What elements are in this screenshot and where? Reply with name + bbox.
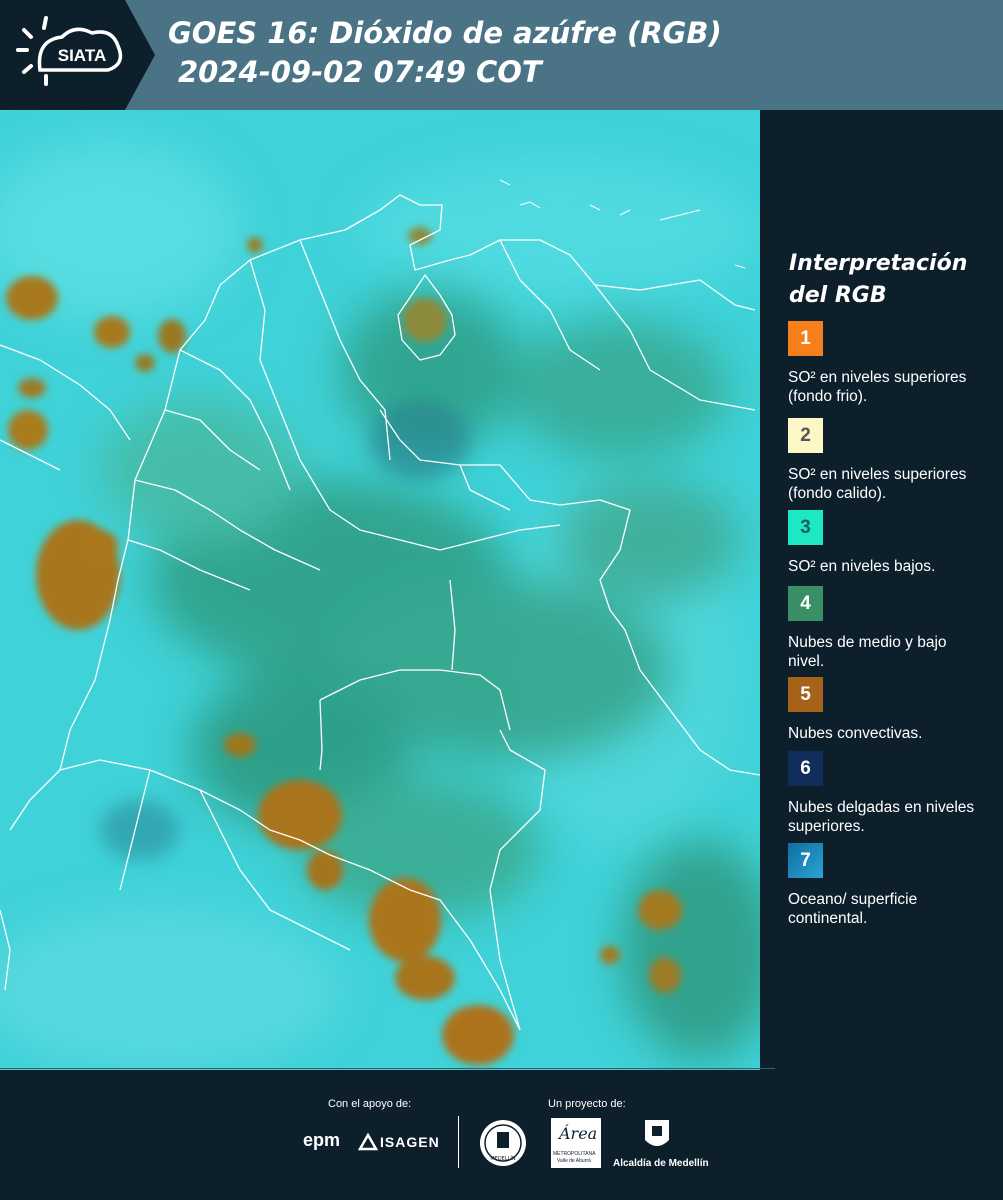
legend-swatch-6: 6 <box>788 751 823 786</box>
support-label: Con el apoyo de: <box>328 1098 412 1110</box>
footer: Con el apoyo de: Un proyecto de: epm ISA… <box>0 1068 1003 1200</box>
legend-swatch-5: 5 <box>788 677 823 712</box>
page-timestamp: 2024-09-02 07:49 COT <box>178 55 542 89</box>
svg-text:MEDELLÍN: MEDELLÍN <box>490 1155 516 1162</box>
header-bar: SIATA GOES 16: Dióxido de azúfre (RGB) 2… <box>0 0 1003 110</box>
footer-divider <box>0 1068 775 1069</box>
area-logo-subtitle: METROPOLITANA <box>553 1151 596 1157</box>
area-logo-text: Área <box>559 1124 598 1143</box>
legend-item-7: 7 Oceano/ superficie continental. <box>788 843 978 928</box>
siata-logo-text: SIATA <box>58 46 106 65</box>
medellin-seal-icon: MEDELLÍN <box>480 1120 526 1166</box>
satellite-image <box>0 110 760 1070</box>
legend-swatch-3: 3 <box>788 510 823 545</box>
area-logo-subtitle2: Valle de Aburrá <box>557 1158 591 1164</box>
legend-swatch-4: 4 <box>788 586 823 621</box>
satellite-map <box>0 110 760 1070</box>
area-metropolitana-logo: Área METROPOLITANA Valle de Aburrá <box>551 1118 601 1168</box>
legend-panel: Interpretación del RGB 1 SO² en niveles … <box>760 110 1003 1070</box>
legend-item-5: 5 Nubes convectivas. <box>788 677 978 743</box>
legend-text-3: SO² en niveles bajos. <box>788 558 936 575</box>
legend-item-6: 6 Nubes delgadas en niveles superiores. <box>788 751 978 836</box>
footer-separator <box>458 1116 459 1168</box>
project-label: Un proyecto de: <box>548 1098 626 1110</box>
alcaldia-label: Alcaldía de Medellín <box>613 1158 709 1169</box>
page-title: GOES 16: Dióxido de azúfre (RGB) <box>168 16 722 50</box>
legend-item-2: 2 SO² en niveles superiores (fondo calid… <box>788 418 978 503</box>
legend-item-3: 3 SO² en niveles bajos. <box>788 510 978 576</box>
legend-text-1: SO² en niveles superiores (fondo frio). <box>788 369 967 405</box>
legend-item-1: 1 SO² en niveles superiores (fondo frio)… <box>788 321 978 406</box>
legend-title-line2: del RGB <box>789 283 887 308</box>
legend-text-5: Nubes convectivas. <box>788 725 923 742</box>
siata-logo-block: SIATA <box>0 0 155 110</box>
isagen-logo: ISAGEN <box>380 1134 440 1150</box>
legend-swatch-1: 1 <box>788 321 823 356</box>
legend-text-7: Oceano/ superficie continental. <box>788 891 918 927</box>
legend-text-4: Nubes de medio y bajo nivel. <box>788 634 947 670</box>
legend-item-4: 4 Nubes de medio y bajo nivel. <box>788 586 978 671</box>
epm-logo: epm <box>303 1130 341 1150</box>
isagen-logo-icon <box>358 1133 378 1151</box>
legend-title-line1: Interpretación <box>789 251 968 276</box>
legend-swatch-7: 7 <box>788 843 823 878</box>
legend-title: Interpretación del RGB <box>789 248 967 312</box>
legend-swatch-2: 2 <box>788 418 823 453</box>
alcaldia-shield-icon <box>645 1120 669 1146</box>
legend-text-6: Nubes delgadas en niveles superiores. <box>788 799 975 835</box>
legend-text-2: SO² en niveles superiores (fondo calido)… <box>788 466 967 502</box>
